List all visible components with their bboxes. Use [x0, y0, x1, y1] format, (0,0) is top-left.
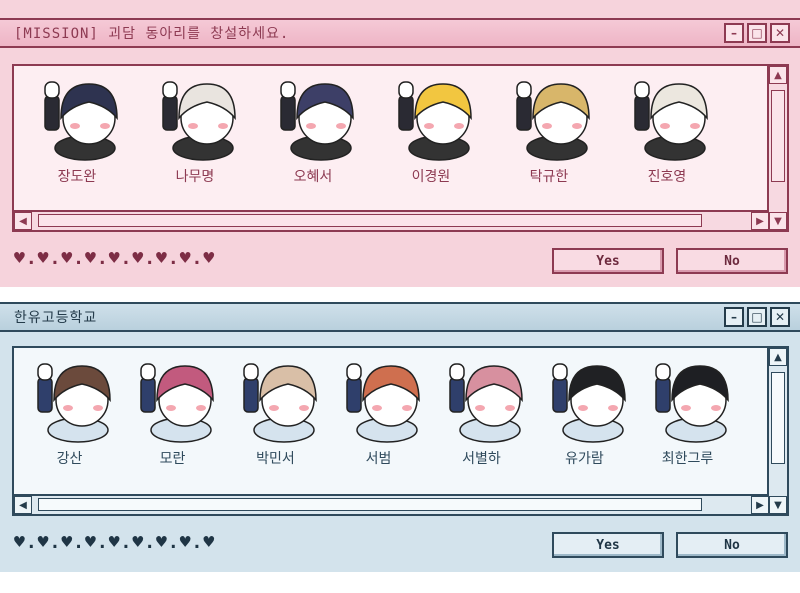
character-name: 모란: [159, 451, 186, 467]
vertical-scroll-thumb[interactable]: [771, 372, 785, 464]
scroll-up-button[interactable]: ▲: [769, 348, 787, 366]
title-bar[interactable]: 한유고등학교 – □ ✕: [0, 302, 800, 332]
character-card[interactable]: 나무명: [136, 66, 254, 206]
title-bar[interactable]: [MISSION] 괴담 동아리를 창설하세요. – □ ✕: [0, 18, 800, 48]
character-card[interactable]: 강산: [18, 348, 121, 488]
character-portrait: [345, 363, 420, 443]
character-name: 박민서: [256, 451, 295, 467]
character-name: 최한그루: [661, 451, 714, 467]
yes-button[interactable]: Yes: [552, 248, 664, 274]
hearts-decoration: ♥.♥.♥.♥.♥.♥.♥.♥.♥: [14, 248, 216, 269]
character-card[interactable]: 모란: [121, 348, 224, 488]
character-card[interactable]: 탁규한: [490, 66, 608, 206]
character-name: 강산: [56, 451, 83, 467]
character-name: 나무명: [175, 169, 215, 185]
window-controls: – □ ✕: [724, 307, 790, 327]
maximize-button[interactable]: □: [747, 23, 767, 43]
character-portrait: [162, 81, 236, 161]
character-portrait: [36, 363, 111, 443]
scroll-up-button[interactable]: ▲: [769, 66, 787, 84]
character-name: 장도완: [57, 169, 97, 185]
character-card[interactable]: 오혜서: [254, 66, 372, 206]
character-portrait: [280, 81, 354, 161]
window-title: 한유고등학교: [14, 310, 98, 326]
maximize-button[interactable]: □: [747, 307, 767, 327]
scroll-right-button[interactable]: ▶: [751, 212, 769, 230]
window-title: [MISSION] 괴담 동아리를 창설하세요.: [14, 26, 290, 42]
hearts-decoration: ♥.♥.♥.♥.♥.♥.♥.♥.♥: [14, 532, 216, 553]
horizontal-scrollbar[interactable]: ◀ ▶: [14, 210, 769, 230]
character-portrait: [551, 363, 626, 443]
horizontal-scroll-thumb[interactable]: [38, 498, 702, 511]
vertical-scrollbar[interactable]: ▲ ▼: [767, 348, 787, 514]
scroll-down-button[interactable]: ▼: [769, 212, 787, 230]
close-button[interactable]: ✕: [770, 307, 790, 327]
character-name: 탁규한: [529, 169, 569, 185]
character-name: 유가람: [565, 451, 604, 467]
school-window: 한유고등학교 – □ ✕ 강산 모란 박민서 서범 서별하 유가람 최한그루 ▲ ▼ ◀ ▶…: [0, 302, 800, 572]
scroll-left-button[interactable]: ◀: [14, 212, 32, 230]
character-card[interactable]: 서별하: [430, 348, 533, 488]
horizontal-scrollbar[interactable]: ◀ ▶: [14, 494, 769, 514]
minimize-button[interactable]: –: [724, 23, 744, 43]
character-card[interactable]: 서범: [327, 348, 430, 488]
character-panel: 강산 모란 박민서 서범 서별하 유가람 최한그루 ▲ ▼ ◀ ▶: [12, 346, 789, 516]
vertical-scroll-thumb[interactable]: [771, 90, 785, 182]
character-panel: 장도완 나무명 오혜서 이경원 탁규한 진호영 ▲ ▼ ◀ ▶: [12, 64, 789, 232]
character-card[interactable]: 이경원: [372, 66, 490, 206]
yes-button[interactable]: Yes: [552, 532, 664, 558]
no-button[interactable]: No: [676, 248, 788, 274]
minimize-button[interactable]: –: [724, 307, 744, 327]
character-card[interactable]: 유가람: [533, 348, 636, 488]
character-name: 오혜서: [293, 169, 333, 185]
character-card[interactable]: 장도완: [18, 66, 136, 206]
character-portrait: [654, 363, 729, 443]
character-card[interactable]: 박민서: [224, 348, 327, 488]
horizontal-scroll-thumb[interactable]: [38, 214, 702, 227]
character-portrait: [242, 363, 317, 443]
window-controls: – □ ✕: [724, 23, 790, 43]
character-list: 강산 모란 박민서 서범 서별하 유가람 최한그루: [18, 348, 758, 488]
character-name: 이경원: [411, 169, 451, 185]
character-card[interactable]: 최한그루: [636, 348, 739, 488]
character-portrait: [516, 81, 590, 161]
character-name: 진호영: [647, 169, 687, 185]
character-name: 서범: [365, 451, 392, 467]
character-card[interactable]: 진호영: [608, 66, 726, 206]
scroll-down-button[interactable]: ▼: [769, 496, 787, 514]
no-button[interactable]: No: [676, 532, 788, 558]
character-portrait: [44, 81, 118, 161]
character-list: 장도완 나무명 오혜서 이경원 탁규한 진호영: [18, 66, 758, 206]
vertical-scrollbar[interactable]: ▲ ▼: [767, 66, 787, 230]
character-portrait: [398, 81, 472, 161]
character-portrait: [448, 363, 523, 443]
scroll-left-button[interactable]: ◀: [14, 496, 32, 514]
character-portrait: [139, 363, 214, 443]
close-button[interactable]: ✕: [770, 23, 790, 43]
character-name: 서별하: [462, 451, 501, 467]
scroll-right-button[interactable]: ▶: [751, 496, 769, 514]
mission-window: [MISSION] 괴담 동아리를 창설하세요. – □ ✕ 장도완 나무명 오혜서…: [0, 0, 800, 287]
character-portrait: [634, 81, 708, 161]
